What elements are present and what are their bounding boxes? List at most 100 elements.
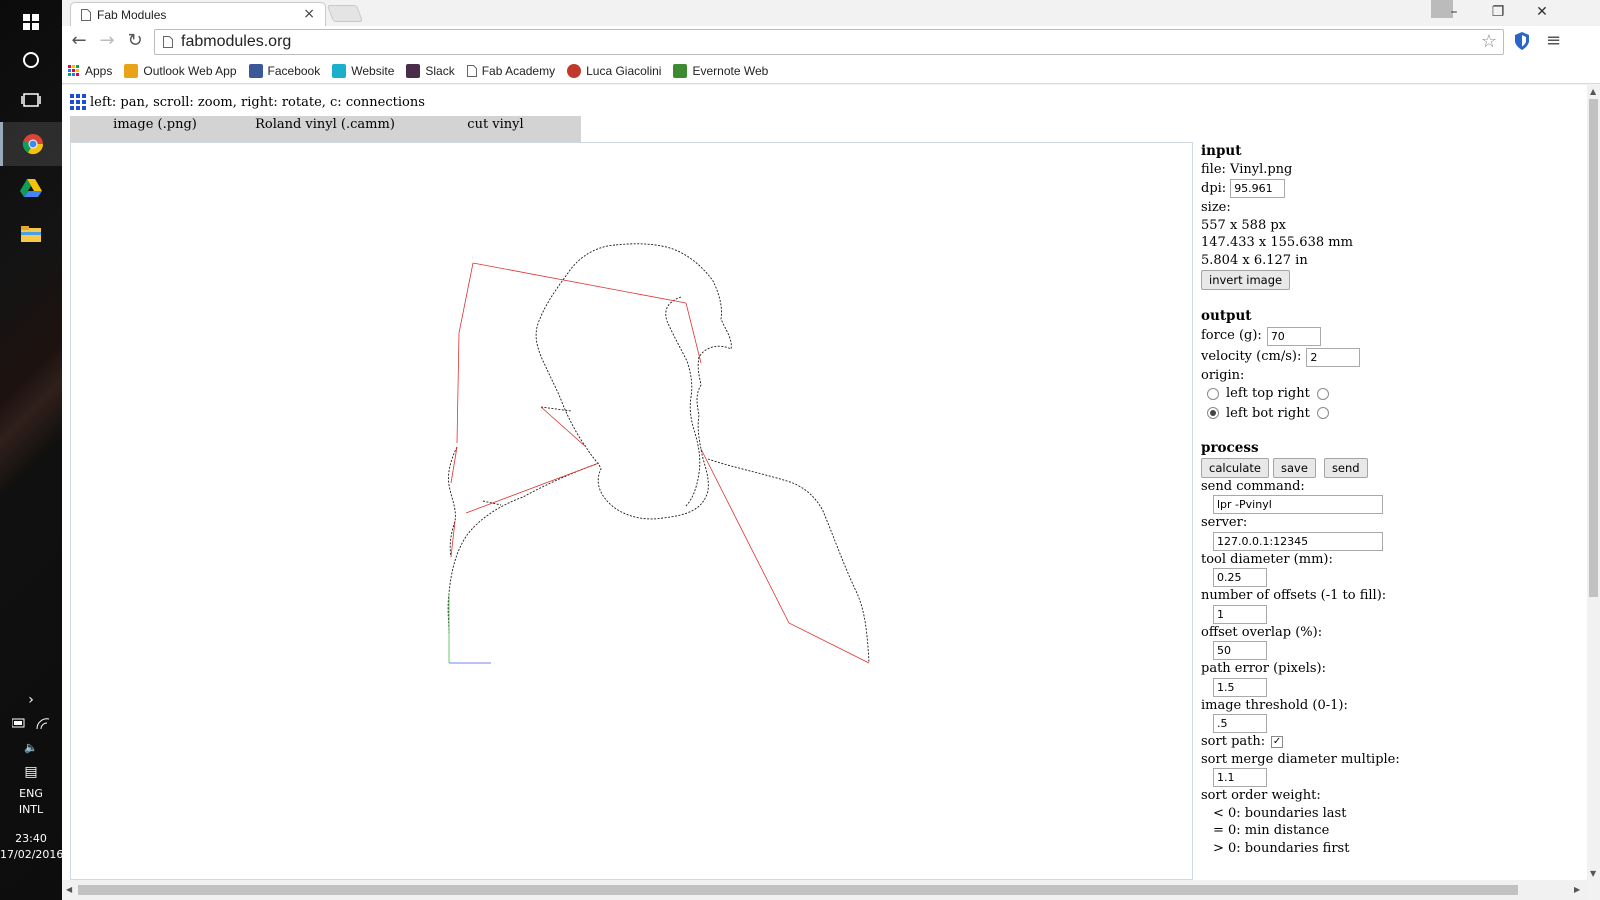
sort-merge-input[interactable] (1213, 768, 1267, 787)
send-command-input[interactable] (1213, 495, 1383, 514)
origin-right-top-radio[interactable] (1316, 387, 1329, 400)
origin-row1-label: left top right (1226, 386, 1310, 401)
sort-path-label: sort path: (1201, 734, 1266, 749)
bookmark-star-icon[interactable]: ☆ (1481, 31, 1497, 52)
bookmark-outlook[interactable]: Outlook Web App (124, 63, 237, 78)
origin-label: origin: (1201, 367, 1245, 383)
bookmark-facebook[interactable]: Facebook (248, 63, 321, 78)
apps-grid-icon (68, 65, 79, 76)
search-button[interactable] (0, 38, 62, 82)
output-module-button[interactable]: Roland vinyl (.camm) (240, 116, 410, 142)
google-drive-icon (20, 179, 42, 197)
dpi-input[interactable] (1230, 179, 1286, 198)
scroll-down-arrow-icon[interactable]: ▼ (1590, 869, 1596, 878)
chrome-menu-icon[interactable]: ≡ (1546, 30, 1561, 51)
server-input[interactable] (1213, 531, 1383, 551)
drive-taskbar-button[interactable] (0, 166, 62, 210)
invert-image-button[interactable]: invert image (1201, 270, 1291, 290)
language-indicator[interactable]: ENG INTL (0, 787, 62, 816)
origin-row2-label: left bot right (1226, 405, 1310, 421)
path-error-input[interactable] (1213, 677, 1267, 697)
bookmark-website[interactable]: Website (332, 63, 394, 78)
bookmark-label: Evernote Web (692, 63, 769, 78)
horizontal-scrollbar[interactable]: ◀ ▶ (62, 880, 1587, 900)
overlap-input[interactable] (1213, 641, 1267, 660)
bookmark-evernote[interactable]: Evernote Web (673, 63, 769, 78)
clock-time: 23:40 (15, 832, 47, 845)
bookmark-label: Fab Academy (481, 63, 556, 78)
server-label: server: (1201, 515, 1248, 530)
velocity-input[interactable] (1306, 347, 1361, 367)
input-module-button[interactable]: image (.png) (70, 116, 240, 142)
send-command-label: send command: (1201, 478, 1305, 494)
clock[interactable]: 23:40 17/02/2016 (0, 832, 64, 861)
extension-shield-icon[interactable] (1514, 31, 1530, 55)
scroll-left-arrow-icon[interactable]: ◀ (66, 885, 72, 894)
bookmark-luca-giacolini[interactable]: Luca Giacolini (567, 63, 661, 78)
clock-date: 17/02/2016 (0, 848, 64, 861)
toolpath-viewport[interactable] (70, 142, 1193, 880)
minimize-icon[interactable]: – (1432, 0, 1476, 24)
forward-arrow-icon[interactable]: → (94, 30, 120, 51)
tool-diameter-input[interactable] (1213, 568, 1267, 587)
bookmark-label: Facebook (267, 63, 321, 78)
address-bar[interactable]: fabmodules.org ☆ (154, 29, 1504, 55)
hint-text: left: pan, scroll: zoom, right: rotate, … (90, 94, 425, 110)
sort-path-checkbox[interactable]: ✓ (1271, 735, 1284, 748)
vinyl-cut-paths (447, 243, 870, 664)
vertical-scroll-thumb[interactable] (1589, 99, 1598, 597)
tab-close-icon[interactable]: × (303, 6, 315, 22)
chrome-taskbar-button[interactable] (0, 122, 62, 166)
bookmark-apps[interactable]: Apps (68, 64, 112, 78)
cortana-circle-icon (23, 52, 39, 68)
scroll-right-arrow-icon[interactable]: ▶ (1574, 885, 1580, 894)
battery-icon[interactable] (12, 718, 26, 728)
back-arrow-icon[interactable]: ← (66, 30, 92, 51)
vertical-scrollbar[interactable]: ▲ ▼ (1587, 85, 1600, 880)
offsets-input[interactable] (1213, 604, 1267, 624)
origin-right-bot-radio[interactable] (1316, 407, 1329, 420)
origin-left-bot-radio[interactable] (1207, 407, 1219, 420)
horizontal-scroll-thumb[interactable] (78, 885, 1518, 895)
luca-giacolini-icon (567, 63, 582, 78)
new-tab-button[interactable] (326, 5, 364, 22)
language-code: ENG (19, 787, 43, 800)
close-window-icon[interactable]: ✕ (1520, 0, 1564, 24)
task-view-button[interactable] (0, 78, 62, 122)
bookmark-slack[interactable]: Slack (406, 63, 455, 78)
restore-icon[interactable]: ❐ (1476, 0, 1520, 24)
scroll-up-arrow-icon[interactable]: ▲ (1590, 87, 1596, 96)
process-module-button[interactable]: cut vinyl (410, 116, 581, 142)
path-error-label: path error (pixels): (1201, 661, 1326, 676)
offsets-label: number of offsets (-1 to fill): (1201, 588, 1387, 603)
threshold-input[interactable] (1213, 714, 1267, 733)
windows-taskbar: › 🔈 ▤ ENG INTL 23:40 17/02/2016 (0, 0, 64, 900)
outlook-icon (124, 63, 139, 78)
file-explorer-button[interactable] (0, 212, 62, 256)
wifi-icon[interactable] (36, 718, 50, 730)
browser-toolbar: ← → ↻ fabmodules.org ☆ ≡ (62, 26, 1600, 58)
show-hidden-icons-chevron-icon[interactable]: › (0, 692, 62, 708)
page-icon (466, 64, 477, 77)
origin-left-top-radio[interactable] (1207, 387, 1219, 400)
send-button[interactable]: send (1323, 457, 1368, 478)
volume-icon[interactable]: 🔈 (0, 741, 62, 754)
website-icon (332, 63, 347, 78)
origin-axes (448, 593, 491, 664)
process-heading: process (1201, 440, 1259, 456)
bookmark-fab-academy[interactable]: Fab Academy (466, 63, 556, 78)
browser-tab[interactable]: Fab Modules × (70, 2, 326, 26)
page-content: left: pan, scroll: zoom, right: rotate, … (62, 85, 1600, 880)
velocity-label: velocity (cm/s): (1201, 349, 1302, 365)
action-center-icon[interactable]: ▤ (0, 764, 62, 780)
chrome-window: Fab Modules × – ❐ ✕ ← → ↻ fabmodules.org… (62, 0, 1600, 900)
sort-order-option-2: = 0: min distance (1213, 823, 1330, 838)
travel-moves (450, 262, 870, 664)
reload-icon[interactable]: ↻ (122, 30, 148, 51)
size-in: 5.804 x 6.127 in (1201, 252, 1308, 268)
calculate-button[interactable]: calculate (1201, 457, 1270, 478)
save-button[interactable]: save (1273, 457, 1316, 478)
title-bar: Fab Modules × – ❐ ✕ (62, 0, 1600, 26)
force-input[interactable] (1266, 326, 1321, 346)
folder-icon (21, 226, 41, 242)
